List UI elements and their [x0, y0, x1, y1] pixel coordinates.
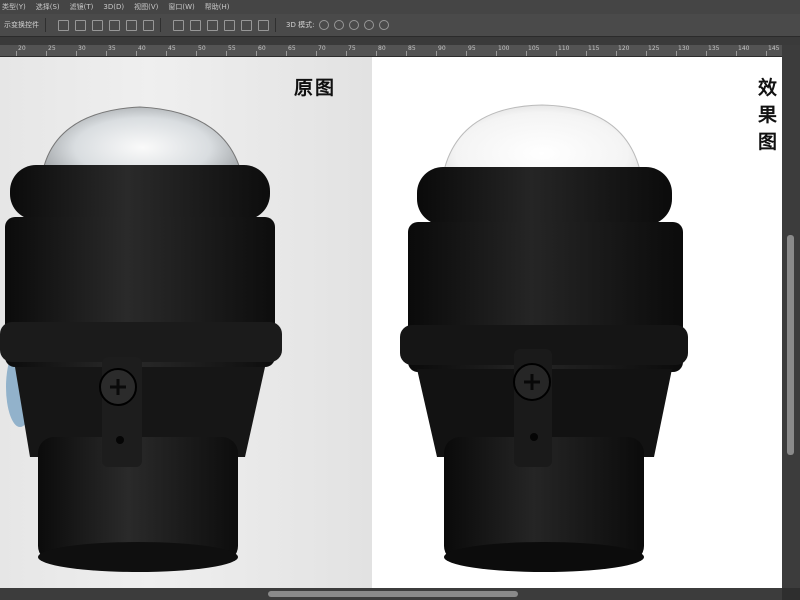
ruler-number: 95: [468, 45, 476, 52]
ruler-tick: [136, 51, 137, 56]
menu-3d[interactable]: 3D(D): [103, 3, 124, 11]
divider: [45, 18, 46, 32]
horizontal-ruler: 20 25 30 35 40 45 50 55 60 65 70 75 80 85 90 95 100 105 11…: [0, 45, 782, 57]
ruler-tick: [766, 51, 767, 56]
ruler-tick: [736, 51, 737, 56]
distribute-top-icon[interactable]: [173, 19, 184, 31]
ruler-number: 65: [288, 45, 296, 52]
ruler-tick: [466, 51, 467, 56]
distribute-vcenter-icon[interactable]: [190, 19, 201, 31]
menu-filter[interactable]: 滤镜(T): [70, 2, 94, 12]
vertical-scrollbar[interactable]: [782, 45, 800, 588]
ruler-tick: [226, 51, 227, 56]
ruler-number: 50: [198, 45, 206, 52]
ruler-number: 40: [138, 45, 146, 52]
align-right-icon[interactable]: [143, 19, 154, 31]
ruler-tick: [496, 51, 497, 56]
scale-3d-icon[interactable]: [379, 20, 390, 30]
ruler-tick: [76, 51, 77, 56]
result-image-label: 效果图: [758, 77, 780, 153]
options-bar: 示变换控件 3D 模式:: [0, 14, 800, 37]
ruler-number: 105: [528, 45, 540, 52]
result-photo: 效果图: [372, 57, 782, 588]
distribute-left-icon[interactable]: [224, 19, 235, 31]
ruler-number: 90: [438, 45, 446, 52]
ruler-tick: [706, 51, 707, 56]
scrollbar-corner: [782, 588, 800, 600]
original-photo: 原图: [0, 57, 372, 588]
slide-3d-icon[interactable]: [364, 20, 375, 30]
ruler-tick: [436, 51, 437, 56]
menu-select[interactable]: 选择(S): [36, 2, 60, 12]
ruler-number: 110: [558, 45, 570, 52]
ruler-tick: [676, 51, 677, 56]
ruler-tick: [406, 51, 407, 56]
ruler-tick: [46, 51, 47, 56]
document-tab-strip[interactable]: [0, 37, 800, 45]
ruler-number: 70: [318, 45, 326, 52]
ruler-number: 115: [588, 45, 600, 52]
distribute-bottom-icon[interactable]: [207, 19, 218, 31]
ruler-tick: [586, 51, 587, 56]
ruler-tick: [646, 51, 647, 56]
ruler-number: 25: [48, 45, 56, 52]
distribute-right-icon[interactable]: [258, 19, 269, 31]
divider: [275, 18, 276, 32]
ruler-number: 35: [108, 45, 116, 52]
horizontal-scrollbar[interactable]: [0, 588, 782, 600]
original-lamp-illustration: [0, 106, 282, 572]
orbit-3d-icon[interactable]: [319, 20, 330, 30]
ruler-tick: [166, 51, 167, 56]
align-hcenter-icon[interactable]: [126, 19, 137, 31]
ruler-tick: [556, 51, 557, 56]
menu-view[interactable]: 视图(V): [134, 2, 158, 12]
ruler-number: 30: [78, 45, 86, 52]
menu-window[interactable]: 窗口(W): [168, 2, 194, 12]
roll-3d-icon[interactable]: [334, 20, 345, 30]
ruler-tick: [376, 51, 377, 56]
result-lamp-illustration: [400, 104, 688, 572]
ruler-tick: [16, 51, 17, 56]
ruler-number: 120: [618, 45, 630, 52]
ruler-number: 45: [168, 45, 176, 52]
original-image-label: 原图: [294, 77, 337, 99]
align-bottom-icon[interactable]: [92, 19, 103, 31]
ruler-number: 75: [348, 45, 356, 52]
ruler-number: 100: [498, 45, 510, 52]
distribute-hcenter-icon[interactable]: [241, 19, 252, 31]
divider: [160, 18, 161, 32]
ruler-tick: [616, 51, 617, 56]
3d-mode-label: 3D 模式:: [286, 21, 315, 29]
ruler-number: 20: [18, 45, 26, 52]
ruler-tick: [526, 51, 527, 56]
menu-bar: 类型(Y) 选择(S) 滤镜(T) 3D(D) 视图(V) 窗口(W) 帮助(H…: [0, 0, 800, 14]
menu-type[interactable]: 类型(Y): [2, 2, 26, 12]
align-left-icon[interactable]: [109, 19, 120, 31]
pan-3d-icon[interactable]: [349, 20, 360, 30]
horizontal-scroll-thumb[interactable]: [268, 591, 518, 597]
document-canvas[interactable]: 原图 效果图: [0, 57, 782, 588]
ruler-tick: [346, 51, 347, 56]
ruler-tick: [196, 51, 197, 56]
ruler-tick: [316, 51, 317, 56]
ruler-number: 145: [768, 45, 780, 52]
ruler-tick: [256, 51, 257, 56]
ruler-number: 125: [648, 45, 660, 52]
menu-help[interactable]: 帮助(H): [205, 2, 230, 12]
vertical-scroll-thumb[interactable]: [787, 235, 794, 455]
ruler-number: 80: [378, 45, 386, 52]
ruler-tick: [106, 51, 107, 56]
ruler-number: 135: [708, 45, 720, 52]
ruler-tick: [286, 51, 287, 56]
ruler-number: 130: [678, 45, 690, 52]
ruler-number: 85: [408, 45, 416, 52]
ruler-number: 140: [738, 45, 750, 52]
align-vcenter-icon[interactable]: [75, 19, 86, 31]
show-transform-controls-label[interactable]: 示变换控件: [4, 20, 39, 30]
ruler-number: 60: [258, 45, 266, 52]
ruler-number: 55: [228, 45, 236, 52]
align-top-icon[interactable]: [58, 19, 69, 31]
